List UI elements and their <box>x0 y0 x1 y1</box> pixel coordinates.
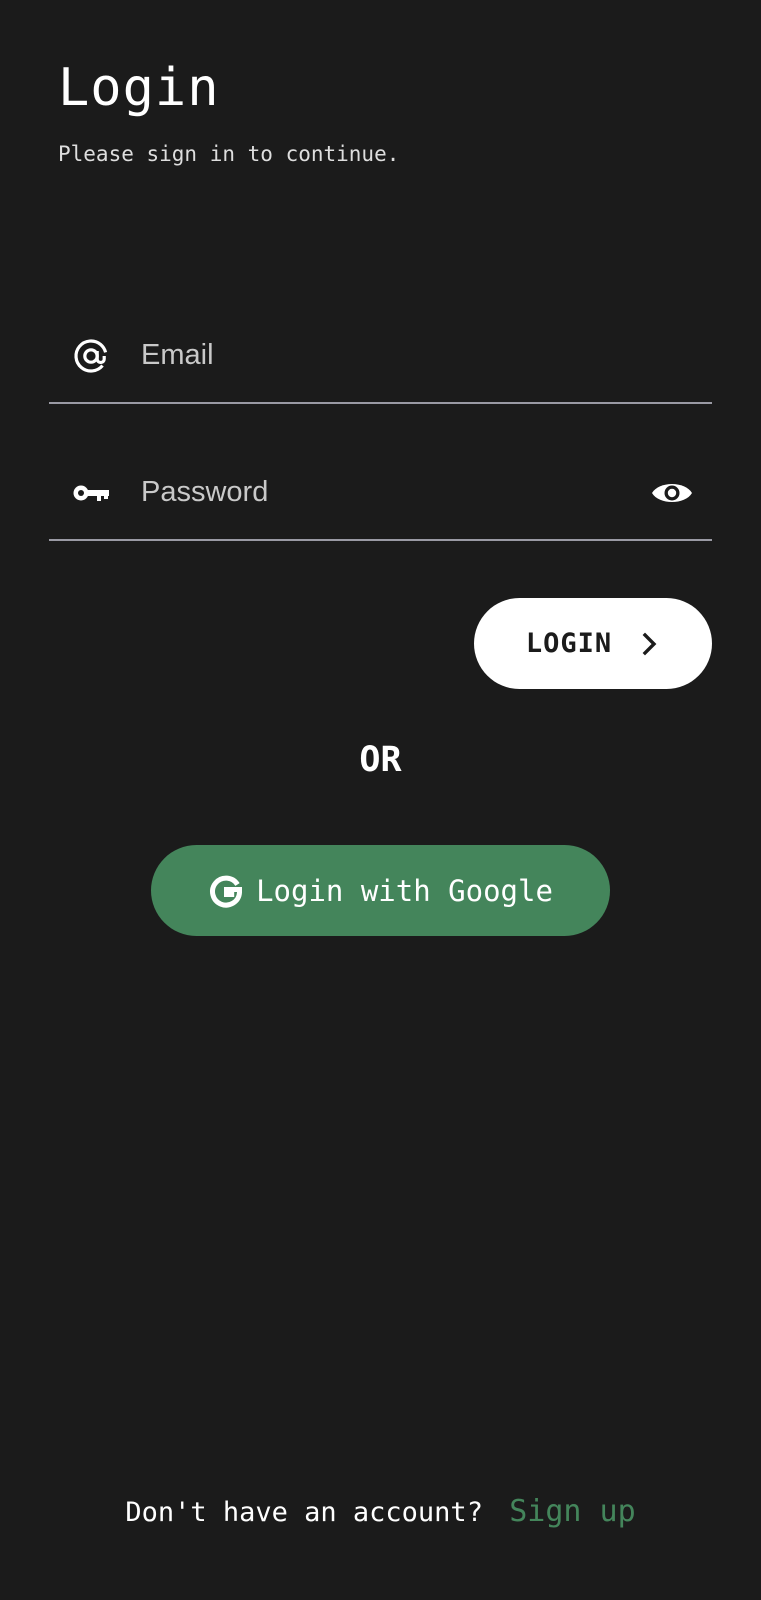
email-input[interactable] <box>141 332 621 378</box>
login-button-label: LOGIN <box>525 628 613 659</box>
key-icon <box>71 473 111 513</box>
page-title: Login <box>58 58 220 118</box>
at-sign-icon <box>71 336 111 376</box>
chevron-right-icon <box>640 632 660 656</box>
signup-link[interactable]: Sign up <box>509 1494 635 1529</box>
signup-prompt-text: Don't have an account? <box>125 1497 483 1528</box>
login-button[interactable]: LOGIN <box>474 598 712 689</box>
email-field[interactable] <box>49 316 712 404</box>
password-field[interactable] <box>49 453 712 541</box>
signup-prompt: Don't have an account? Sign up <box>0 1494 761 1529</box>
google-g-icon <box>208 873 244 909</box>
eye-icon[interactable] <box>650 473 694 513</box>
google-button-label: Login with Google <box>256 873 553 908</box>
google-login-button[interactable]: Login with Google <box>151 845 610 936</box>
page-subtitle: Please sign in to continue. <box>58 142 400 166</box>
password-input[interactable] <box>141 469 621 515</box>
or-divider: OR <box>359 740 402 780</box>
